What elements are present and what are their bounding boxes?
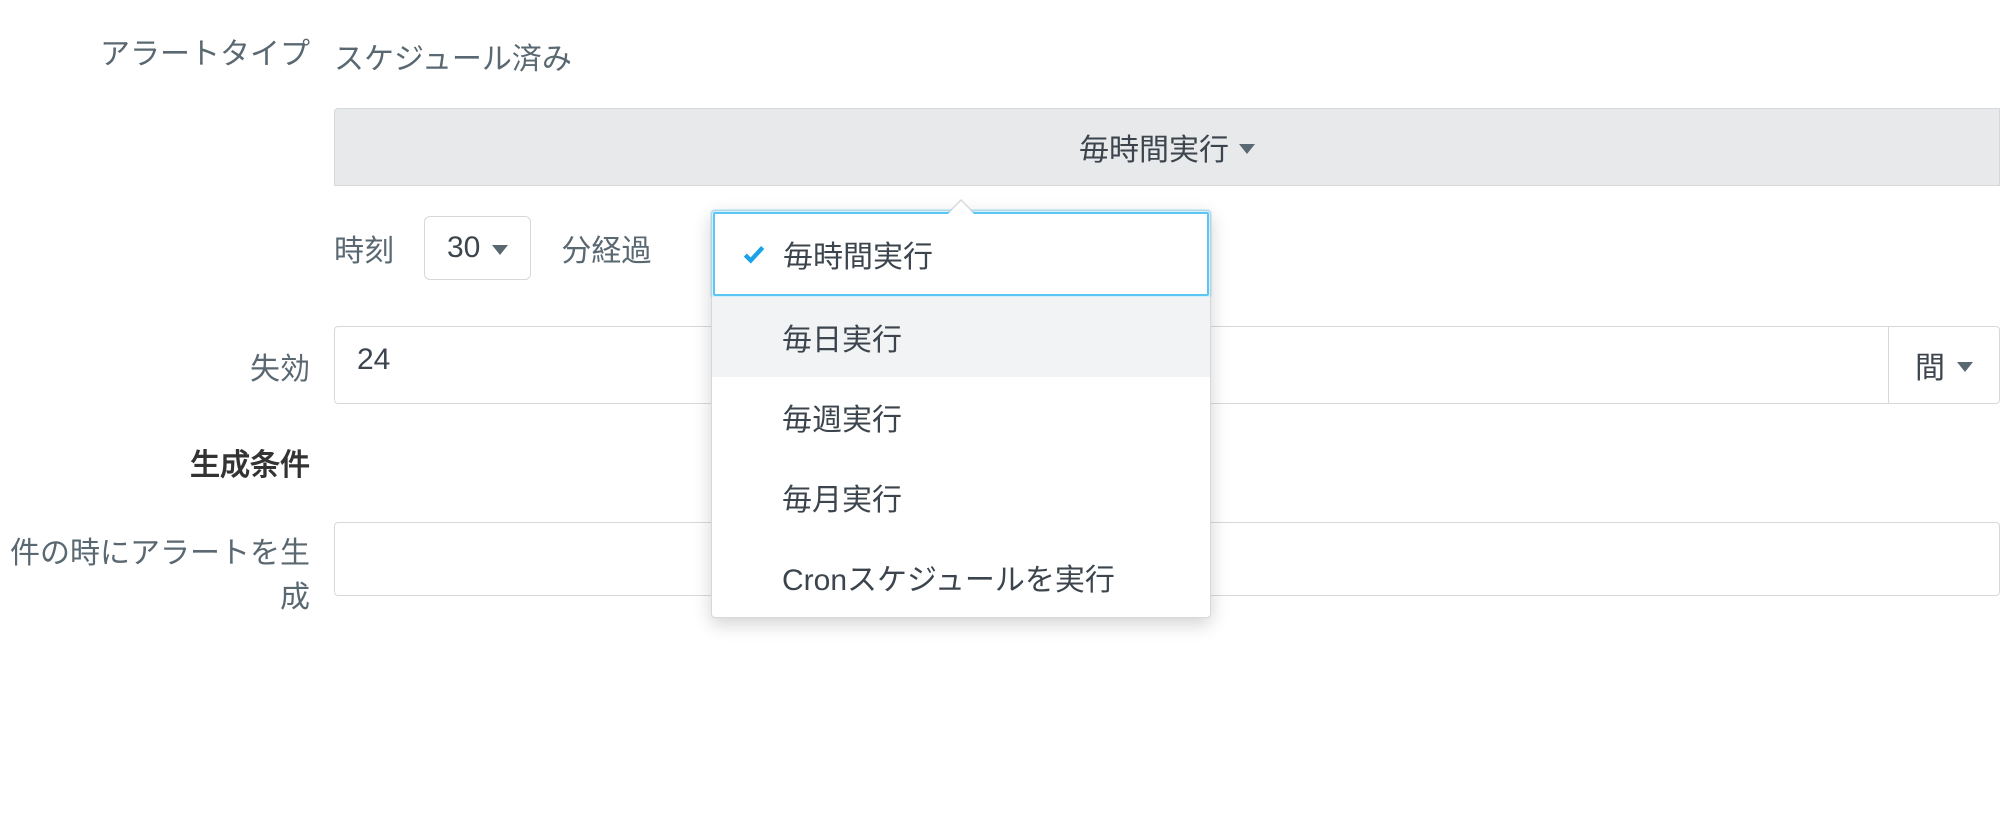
expire-unit-label: 間	[1915, 343, 1945, 387]
dropdown-item-label: Cronスケジュールを実行	[782, 564, 1115, 597]
condition-heading: 生成条件	[0, 440, 310, 484]
dropdown-item-label: 毎日実行	[782, 324, 902, 357]
alert-type-label: アラートタイプ	[0, 20, 310, 78]
dropdown-item-label: 毎時間実行	[783, 241, 933, 274]
schedule-dropdown-menu: 毎時間実行 毎日実行 毎週実行 毎月実行 Cronスケジュールを実行	[711, 210, 1211, 618]
minute-value: 30	[447, 231, 480, 265]
after-minute-label: 分経過	[561, 226, 651, 270]
expire-unit-select[interactable]: 間	[1889, 326, 2000, 404]
dropdown-item-weekly[interactable]: 毎週実行	[712, 377, 1210, 457]
caret-down-icon	[1957, 362, 1973, 372]
dropdown-item-cron[interactable]: Cronスケジュールを実行	[712, 537, 1210, 617]
dropdown-item-daily[interactable]: 毎日実行	[712, 297, 1210, 377]
dropdown-item-label: 毎週実行	[782, 404, 902, 437]
time-label: 時刻	[334, 226, 394, 270]
check-icon	[741, 241, 767, 267]
trigger-label: 件の時にアラートを生成	[0, 532, 310, 619]
caret-down-icon	[492, 245, 508, 255]
alert-type-value: スケジュール済み	[334, 20, 2000, 78]
minute-select[interactable]: 30	[424, 216, 531, 280]
dropdown-item-monthly[interactable]: 毎月実行	[712, 457, 1210, 537]
caret-down-icon	[1239, 144, 1255, 154]
schedule-dropdown-label: 毎時間実行	[1079, 125, 1229, 169]
schedule-dropdown-button[interactable]: 毎時間実行	[334, 108, 2000, 186]
dropdown-item-hourly[interactable]: 毎時間実行	[713, 212, 1209, 296]
expire-label: 失効	[0, 326, 310, 388]
dropdown-item-label: 毎月実行	[782, 484, 902, 517]
